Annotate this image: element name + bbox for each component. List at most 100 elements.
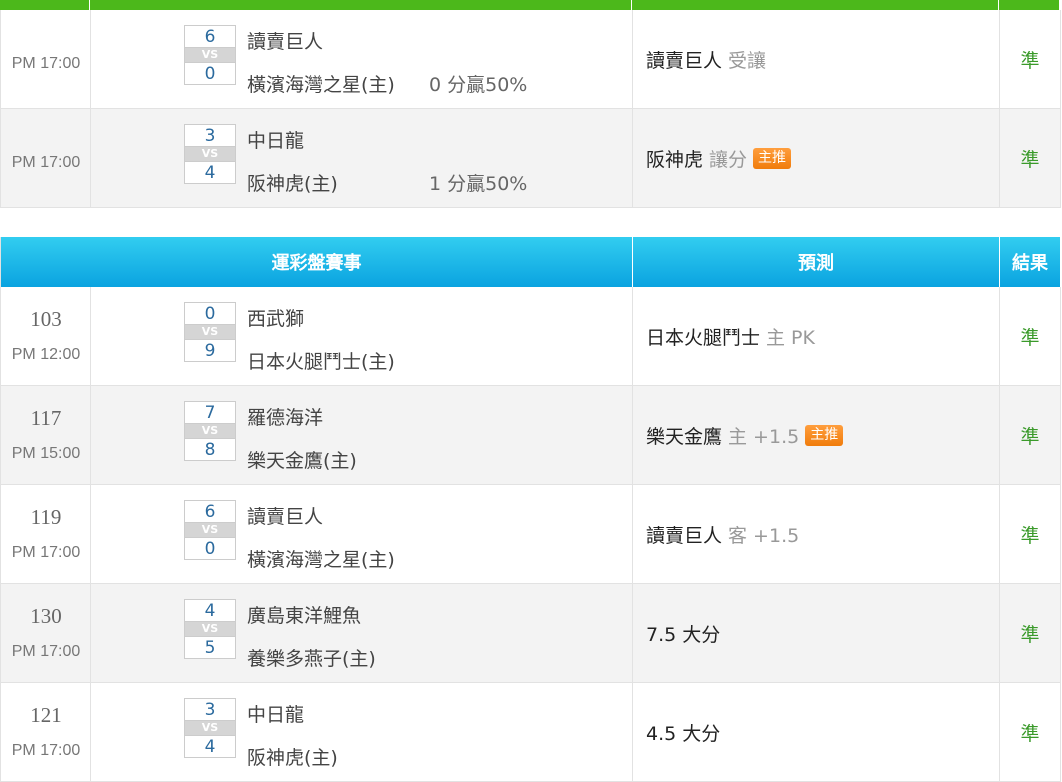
pick-team: 日本火腿鬥士	[646, 326, 761, 349]
away-team: 西武獅	[247, 308, 305, 330]
sports-lottery-table: 運彩盤賽事 預測 結果 103 PM 12:00 0 VS 9 西武獅 日本火腿…	[0, 237, 1061, 782]
result-cell: 準	[1000, 683, 1061, 781]
game-time: PM 17:00	[11, 55, 81, 72]
id-time-cell: 119 PM 17:00	[1, 485, 91, 583]
vs-label: VS	[184, 721, 236, 735]
table-row: PM 17:00 3 VS 4 中日龍 阪神虎(主) 1 分贏50% 阪神虎 讓…	[1, 109, 1061, 208]
away-score: 3	[184, 124, 236, 147]
game-time: PM 15:00	[11, 445, 81, 462]
result-label: 準	[1020, 148, 1040, 171]
home-team: 阪神虎(主)	[247, 173, 338, 195]
prediction: 4.5 大分	[646, 683, 720, 781]
prediction-cell: 讀賣巨人 受讓	[633, 10, 1000, 108]
pick-team: 樂天金鷹	[646, 425, 723, 448]
result-label: 準	[1020, 722, 1040, 745]
header-result: 結果	[1000, 237, 1061, 287]
prediction-cell: 7.5 大分	[633, 584, 1000, 682]
featured-badge: 主推	[753, 147, 792, 169]
result-cell: 準	[1000, 485, 1061, 583]
vs-label: VS	[184, 424, 236, 438]
table-row: 117 PM 15:00 7 VS 8 羅德海洋 樂天金鷹(主) 樂天金鷹 主 …	[1, 386, 1061, 485]
game-number: 117	[30, 406, 62, 430]
time-cell: PM 17:00	[1, 109, 91, 207]
header-matches: 運彩盤賽事	[1, 237, 633, 287]
game-time: PM 17:00	[11, 742, 81, 759]
home-score: 4	[184, 161, 236, 184]
score-box: 0 VS 9	[184, 302, 236, 362]
away-score: 6	[184, 25, 236, 48]
game-number: 130	[30, 604, 62, 628]
game-number: 119	[30, 505, 62, 529]
away-score: 4	[184, 599, 236, 622]
game-time: PM 12:00	[11, 346, 81, 363]
pick-total: 4.5 大分	[646, 722, 721, 745]
away-team: 讀賣巨人	[247, 506, 324, 528]
away-team: 中日龍	[247, 130, 305, 152]
prediction: 7.5 大分	[646, 584, 720, 682]
match-cell: 6 VS 0 讀賣巨人 橫濱海灣之星(主) 0 分贏50%	[91, 10, 633, 108]
prediction: 樂天金鷹 主 +1.5 主推	[646, 386, 844, 484]
away-score: 3	[184, 698, 236, 721]
away-team: 羅德海洋	[247, 407, 324, 429]
id-time-cell: 117 PM 15:00	[1, 386, 91, 484]
away-score: 0	[184, 302, 236, 325]
match-cell: 3 VS 4 中日龍 阪神虎(主) 1 分贏50%	[91, 109, 633, 207]
away-team: 廣島東洋鯉魚	[247, 605, 362, 627]
featured-badge: 主推	[805, 424, 844, 446]
result-cell: 準	[1000, 386, 1061, 484]
pick-note: 讓分	[709, 148, 748, 171]
score-box: 4 VS 5	[184, 599, 236, 659]
result-label: 準	[1020, 49, 1040, 72]
prediction: 阪神虎 讓分 主推	[646, 109, 792, 207]
game-time: PM 17:00	[11, 643, 81, 660]
pick-note: 主 PK	[766, 326, 815, 349]
pick-note: 主 +1.5	[728, 425, 800, 448]
home-score: 5	[184, 636, 236, 659]
result-cell: 準	[1000, 584, 1061, 682]
prediction-cell: 阪神虎 讓分 主推	[633, 109, 1000, 207]
pick-team: 讀賣巨人	[646, 524, 723, 547]
home-team: 養樂多燕子(主)	[247, 648, 376, 670]
prediction-cell: 樂天金鷹 主 +1.5 主推	[633, 386, 1000, 484]
home-score: 0	[184, 537, 236, 560]
match-cell: 7 VS 8 羅德海洋 樂天金鷹(主)	[91, 386, 633, 484]
home-score: 0	[184, 62, 236, 85]
game-number: 121	[30, 703, 62, 727]
result-cell: 準	[1000, 287, 1061, 385]
game-time: PM 17:00	[11, 154, 81, 171]
id-time-cell: 130 PM 17:00	[1, 584, 91, 682]
score-box: 6 VS 0	[184, 500, 236, 560]
vs-label: VS	[184, 48, 236, 62]
table-row: 103 PM 12:00 0 VS 9 西武獅 日本火腿鬥士(主) 日本火腿鬥士…	[1, 287, 1061, 386]
game-number: 103	[30, 307, 62, 331]
home-score: 8	[184, 438, 236, 461]
vs-label: VS	[184, 325, 236, 339]
pick-note: 受讓	[728, 49, 767, 72]
match-cell: 6 VS 0 讀賣巨人 橫濱海灣之星(主)	[91, 485, 633, 583]
match-cell: 3 VS 4 中日龍 阪神虎(主)	[91, 683, 633, 781]
home-team: 阪神虎(主)	[247, 747, 338, 769]
prediction-cell: 4.5 大分	[633, 683, 1000, 781]
prediction-cell: 日本火腿鬥士 主 PK	[633, 287, 1000, 385]
away-score: 6	[184, 500, 236, 523]
game-time: PM 17:00	[11, 544, 81, 561]
result-label: 準	[1020, 623, 1040, 646]
score-box: 3 VS 4	[184, 698, 236, 758]
home-team: 樂天金鷹(主)	[247, 450, 357, 472]
table-row: 121 PM 17:00 3 VS 4 中日龍 阪神虎(主) 4.5 大分 準	[1, 683, 1061, 782]
header-prediction: 預測	[633, 237, 1000, 287]
prediction: 讀賣巨人 客 +1.5	[646, 485, 799, 583]
top-table-header-bar	[0, 0, 1060, 10]
pick-note: 客 +1.5	[728, 524, 800, 547]
prediction: 日本火腿鬥士 主 PK	[646, 287, 815, 385]
pick-team: 阪神虎	[646, 148, 704, 171]
score-box: 7 VS 8	[184, 401, 236, 461]
score-box: 6 VS 0	[184, 25, 236, 85]
home-team: 橫濱海灣之星(主)	[247, 549, 395, 571]
pick-team: 讀賣巨人	[646, 49, 723, 72]
home-team: 日本火腿鬥士(主)	[247, 351, 395, 373]
match-cell: 0 VS 9 西武獅 日本火腿鬥士(主)	[91, 287, 633, 385]
pick-total: 7.5 大分	[646, 623, 721, 646]
table-row: PM 17:00 6 VS 0 讀賣巨人 橫濱海灣之星(主) 0 分贏50% 讀…	[1, 10, 1061, 109]
id-time-cell: 103 PM 12:00	[1, 287, 91, 385]
